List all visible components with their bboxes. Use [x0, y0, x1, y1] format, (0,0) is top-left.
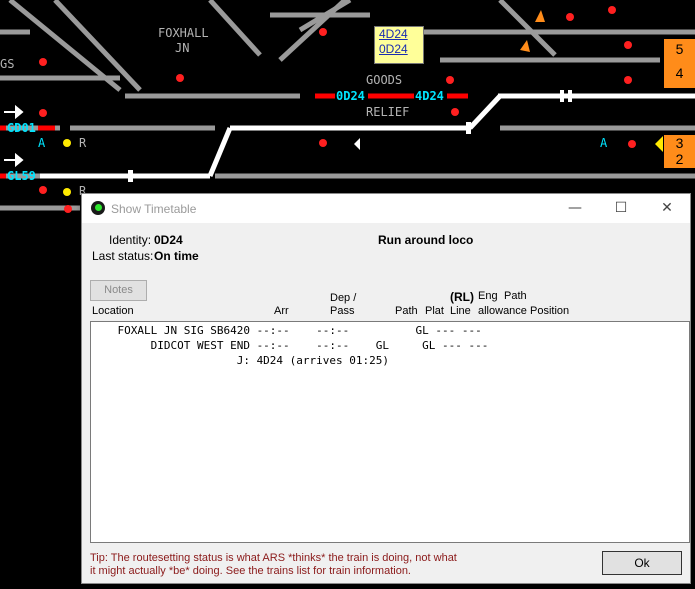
- timetable-row[interactable]: DIDCOT WEST END --:-- --:-- GL GL --- --…: [91, 339, 489, 352]
- col-line: Line: [450, 305, 471, 317]
- close-button[interactable]: ✕: [644, 194, 690, 223]
- berth-popup[interactable]: 4D24 0D24: [374, 26, 424, 64]
- col-arr: Arr: [274, 305, 289, 317]
- identity-label: Identity:: [109, 233, 152, 247]
- col-rl: (RL): [450, 290, 474, 304]
- notes-button[interactable]: Notes: [90, 280, 147, 301]
- col-eng-2: allowance: [478, 305, 527, 317]
- foxhall-label: FOXHALL: [158, 26, 209, 40]
- tip-line-1: Tip: The routesetting status is what ARS…: [90, 552, 457, 564]
- platform-panel-upper: 5 4: [664, 39, 695, 88]
- green-signal-icon: [91, 201, 105, 215]
- col-plat: Plat: [425, 305, 444, 317]
- timetable-list[interactable]: FOXALL JN SIG SB6420 --:-- --:-- GL --- …: [90, 321, 690, 543]
- popup-berth-0d24[interactable]: 0D24: [375, 42, 423, 57]
- col-dep-1: Dep /: [330, 292, 357, 304]
- berth-4d24[interactable]: 4D24: [415, 89, 444, 103]
- status-label: Last status:: [92, 249, 154, 263]
- aspect-a-label: A: [38, 136, 46, 150]
- berth-gl59[interactable]: GL59: [7, 169, 36, 183]
- dialog-title-bar[interactable]: Show Timetable — ☐ ✕: [82, 194, 690, 223]
- berth-gd01[interactable]: GD01: [7, 121, 36, 135]
- aspect-r-label: R: [79, 136, 87, 150]
- panel-upper-number-b: 4: [675, 65, 684, 81]
- gs-label: GS: [0, 57, 15, 71]
- panel-lower-number-b: 2: [675, 151, 684, 167]
- timetable-row[interactable]: FOXALL JN SIG SB6420 --:-- --:-- GL --- …: [91, 324, 481, 337]
- col-path-pos-1: Path: [504, 290, 527, 302]
- status-value: On time: [154, 249, 199, 263]
- timetable-row[interactable]: J: 4D24 (arrives 01:25): [91, 354, 389, 367]
- col-path: Path: [395, 305, 418, 317]
- col-location: Location: [92, 305, 134, 317]
- col-dep-2: Pass: [330, 305, 355, 317]
- berth-0d24[interactable]: 0D24: [336, 89, 365, 103]
- jn-label: JN: [175, 41, 190, 55]
- dialog-title: Show Timetable: [111, 202, 197, 216]
- maximize-button[interactable]: ☐: [598, 194, 644, 223]
- popup-berth-4d24[interactable]: 4D24: [375, 27, 423, 42]
- platform-panel-lower: 3 2: [664, 135, 695, 168]
- panel-lower-number-a: 3: [675, 135, 684, 151]
- tip-text: Tip: The routesetting status is what ARS…: [90, 552, 560, 578]
- minimize-button[interactable]: —: [552, 194, 598, 223]
- tip-line-2: it might actually *be* doing. See the tr…: [90, 565, 411, 577]
- panel-upper-number-a: 5: [675, 41, 684, 57]
- show-timetable-dialog: Show Timetable — ☐ ✕ Identity: 0D24 Last…: [81, 193, 691, 584]
- col-path-pos-2: Position: [530, 305, 570, 317]
- goods-label: GOODS: [366, 73, 403, 87]
- aspect-a-label-right: A: [600, 136, 608, 150]
- ok-button[interactable]: Ok: [602, 551, 682, 575]
- col-eng-1: Eng: [478, 290, 498, 302]
- train-description: Run around loco: [378, 233, 474, 247]
- relief-label: RELIEF: [366, 105, 410, 119]
- identity-value: 0D24: [154, 233, 183, 247]
